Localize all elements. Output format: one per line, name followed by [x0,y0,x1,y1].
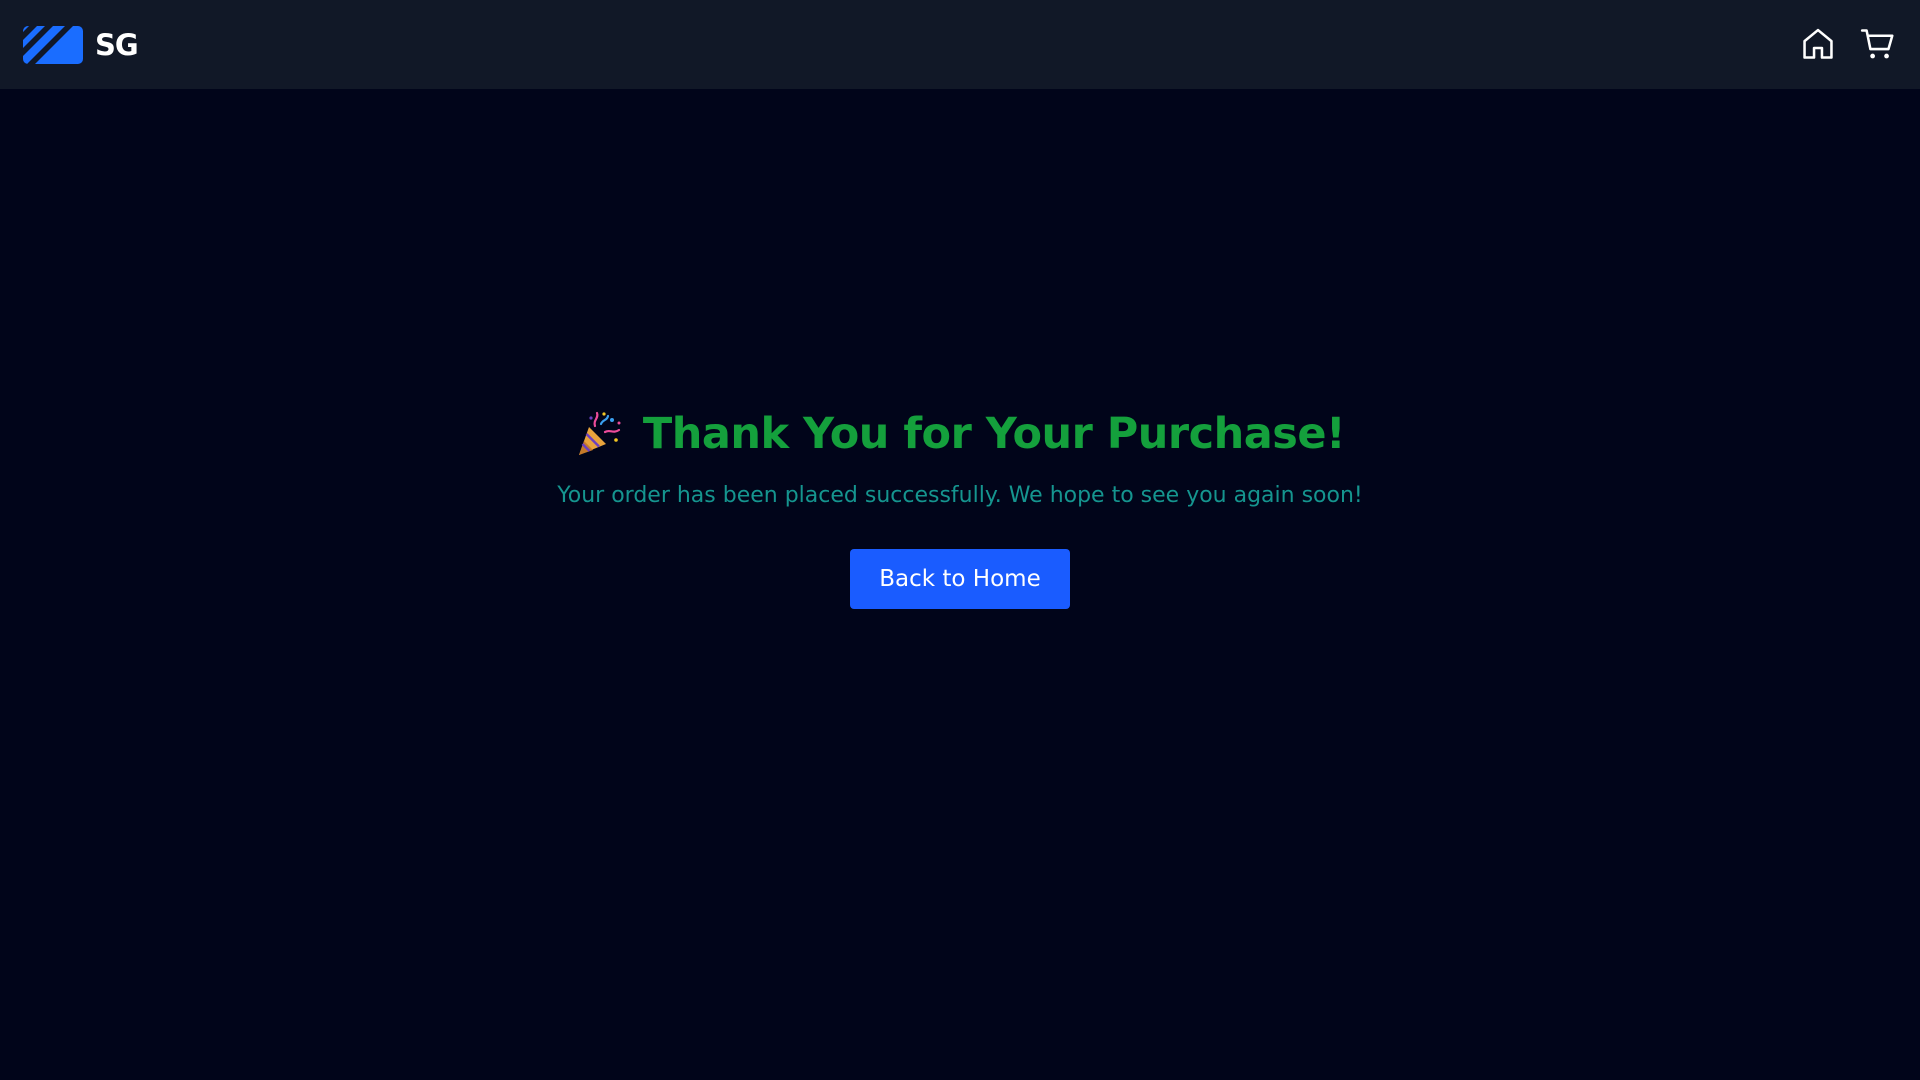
home-icon[interactable] [1799,25,1837,63]
logo-text: SG [95,28,139,62]
confirmation-headline: Thank You for Your Purchase! [0,401,1920,467]
brand-logo[interactable]: SG [23,25,139,65]
logo-icon [23,26,83,64]
thank-you-heading: Thank You for Your Purchase! [642,409,1346,459]
confirmation-content: Thank You for Your Purchase! Your order … [0,89,1920,1080]
order-success-message: Your order has been placed successfully.… [557,483,1363,508]
top-navbar: SG [0,0,1920,89]
back-to-home-button[interactable]: Back to Home [850,549,1070,609]
cart-icon[interactable] [1859,25,1897,63]
party-popper-icon [578,411,621,455]
